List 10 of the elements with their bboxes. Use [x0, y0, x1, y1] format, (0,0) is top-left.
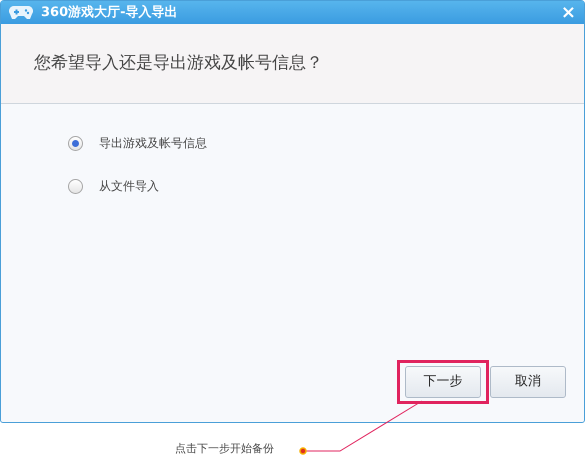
option-label[interactable]: 从文件导入 [99, 177, 159, 195]
radio-button[interactable] [68, 136, 83, 150]
cancel-button[interactable]: 取消 [490, 366, 566, 398]
gamepad-icon [9, 5, 33, 20]
option-label[interactable]: 导出游戏及帐号信息 [99, 134, 207, 152]
next-button[interactable]: 下一步 [405, 366, 481, 398]
question-heading: 您希望导入还是导出游戏及帐号信息？ [34, 52, 323, 75]
radio-button[interactable] [68, 178, 83, 194]
annotation-caption: 点击下一步开始备份 [175, 441, 274, 457]
window-title: 360游戏大厅-导入导出 [41, 4, 178, 22]
